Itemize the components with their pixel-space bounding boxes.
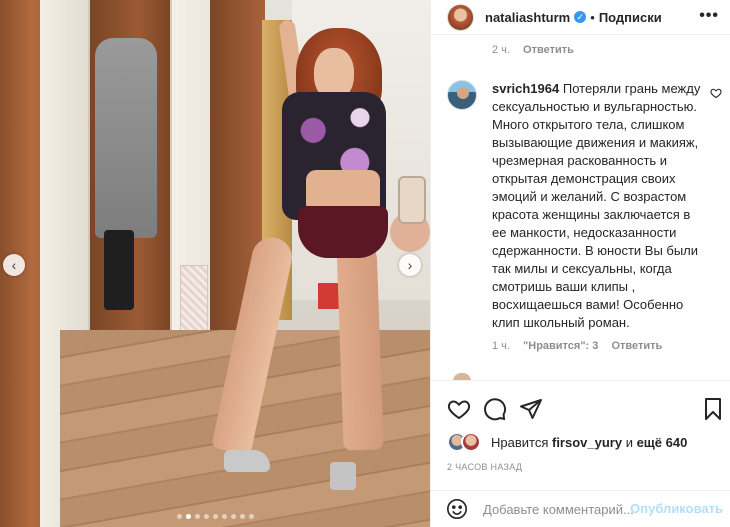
comment-meta: 1 ч. "Нравится": 3 Ответить [492,340,672,352]
comment-text-block: svrich1964 Потеряли грань между сексуаль… [492,80,704,332]
carousel-dots [0,506,430,524]
likes-and: и [622,434,637,450]
verified-badge-icon: ✓ [574,11,587,23]
publish-button[interactable]: Опубликовать [630,501,723,516]
right-leg [336,239,384,451]
heart-icon[interactable] [710,87,722,102]
liker-username[interactable]: firsov_yury [552,435,622,450]
burgundy-briefs [298,206,388,258]
more-horizontal-icon[interactable]: ••• [699,7,719,25]
silver-heel-right [330,462,356,490]
author-avatar[interactable] [447,3,474,31]
post-header: nataliashturm ✓ • Подписки ••• [431,0,730,35]
header-separator: • [590,9,595,25]
previous-reply-button[interactable]: Ответить [523,44,574,56]
liker-avatars[interactable] [447,432,483,452]
smartphone [398,176,426,224]
black-pants [104,230,134,310]
post-photo[interactable]: ‹ › [0,0,430,527]
comment-icon[interactable] [483,397,507,421]
likes-count[interactable]: ещё 640 [637,435,688,450]
liker-avatar [461,432,481,452]
carousel-dot [230,514,236,519]
comment-time: 1 ч. [492,340,510,352]
previous-comment-meta: 2 ч. Ответить [492,44,584,56]
action-bar [431,380,730,435]
smiley-icon[interactable] [446,498,468,520]
comment-body: Потеряли грань между сексуальностью и ву… [492,81,701,330]
lattice-panel [180,265,208,335]
chevron-right-icon[interactable]: › [399,254,421,276]
carousel-dot [248,514,254,519]
send-icon[interactable] [519,397,543,421]
silver-heel-left [224,450,270,472]
carousel-dot [203,514,209,519]
bookmark-icon[interactable] [701,397,725,421]
likes-prefix: Нравится [491,434,552,450]
comment-likes[interactable]: "Нравится": 3 [523,340,598,352]
post-time[interactable]: 2 ЧАСОВ НАЗАД [447,462,522,472]
carousel-dot [239,514,245,519]
chevron-left-icon[interactable]: ‹ [3,254,25,276]
carousel-dot [185,514,191,519]
grey-hoodie [95,38,157,238]
post-side-panel: nataliashturm ✓ • Подписки ••• 2 ч. Отве… [430,0,730,527]
commenter-avatar[interactable] [447,80,477,110]
commenter-username[interactable]: svrich1964 [492,81,559,96]
following-button[interactable]: Подписки [599,10,662,25]
previous-comment-time: 2 ч. [492,44,510,56]
comment-composer: Опубликовать [431,490,730,527]
comment-reply-button[interactable]: Ответить [611,340,662,352]
red-box [318,283,340,309]
carousel-dot [194,514,200,519]
carousel-dot [212,514,218,519]
carousel-dot [221,514,227,519]
likes-text: Нравится firsov_yury и ещё 640 [491,435,687,450]
author-username[interactable]: nataliashturm [485,10,570,25]
heart-icon[interactable] [447,397,471,421]
carousel-dot [176,514,182,519]
likes-summary: Нравится firsov_yury и ещё 640 [447,432,687,452]
